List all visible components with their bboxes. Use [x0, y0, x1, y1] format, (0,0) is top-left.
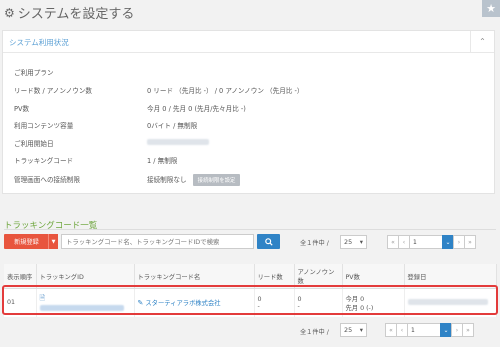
new-button[interactable]: 新規登録	[4, 234, 49, 249]
search-button[interactable]	[257, 234, 280, 249]
info-value: 0 リード （先月比 -） / 0 アノンノウン （先月比 -）	[147, 87, 304, 95]
info-value: 接続制限なし 接続制限を設定	[147, 174, 241, 186]
per-page-select[interactable]: 25 ▾	[340, 235, 367, 249]
info-value: 1 / 無制限	[147, 157, 178, 165]
tracking-name-cell[interactable]: ✎ スターティアラボ株式会社	[134, 288, 255, 317]
result-count-bottom: 全１件中 /	[300, 329, 329, 336]
info-label: 利用コンテンツ容量	[14, 122, 74, 130]
anon-sub: -	[297, 302, 300, 310]
info-label: 管理画面への接続制限	[14, 176, 80, 184]
new-button-dropdown[interactable]: ▼	[48, 234, 58, 249]
info-label: PV数	[14, 105, 30, 113]
divider	[4, 229, 496, 230]
per-page-select-bottom[interactable]: 25 ▾	[340, 323, 367, 337]
info-label: トラッキングコード	[14, 157, 74, 165]
last-page-button[interactable]: »	[462, 323, 474, 337]
info-row-pv: PV数 今月 0 / 先月 0 (先月/先々月比 -)	[14, 103, 246, 113]
pv-month: 今月 0	[345, 295, 365, 303]
search-input[interactable]	[61, 234, 254, 249]
chevron-down-icon: ▾	[359, 238, 363, 246]
table-header-row: 表示順序 トラッキングID トラッキングコード名 リード数 アノンノウン数 PV…	[4, 264, 497, 289]
tracking-id-cell[interactable]: 🗎	[36, 288, 135, 317]
tracking-table: 表示順序 トラッキングID トラッキングコード名 リード数 アノンノウン数 PV…	[4, 264, 497, 317]
info-row-tracking: トラッキングコード 1 / 無制限	[14, 155, 177, 165]
result-count: 全１件中 /	[300, 240, 329, 247]
anon-value: 0	[297, 295, 302, 303]
info-row-storage: 利用コンテンツ容量 0バイト / 無制限	[14, 120, 197, 130]
order-cell: 01	[4, 288, 37, 317]
info-label: ご利用開始日	[14, 140, 54, 148]
edit-icon: ✎	[137, 299, 144, 308]
blurred-date	[147, 139, 209, 145]
page-title-text: システムを設定する	[17, 7, 135, 22]
anon-cell: 0-	[294, 288, 343, 317]
page-title: ⚙ システムを設定する	[4, 3, 135, 23]
info-row-start-date: ご利用開始日	[14, 138, 209, 148]
star-icon: ★	[486, 2, 496, 15]
collapse-button[interactable]: ⌃	[470, 31, 494, 52]
per-page-value: 25	[344, 238, 353, 246]
info-value	[147, 138, 209, 148]
info-row-restriction: 管理画面への接続制限 接続制限なし 接続制限を設定	[14, 174, 241, 186]
leads-value: 0	[257, 295, 262, 303]
per-page-value: 25	[344, 326, 353, 334]
info-value: 0バイト / 無制限	[147, 122, 198, 130]
leads-sub: -	[257, 302, 260, 310]
leads-cell: 0-	[254, 288, 295, 317]
page-number-input[interactable]: 1	[407, 323, 441, 337]
registered-date-cell	[404, 288, 497, 317]
chevron-up-icon: ⌃	[479, 37, 486, 46]
chevron-down-icon: ▾	[359, 326, 363, 334]
caret-down-icon: ▼	[51, 238, 56, 245]
pagination-top: « ‹ 1 ⌄ › »	[387, 235, 476, 249]
page-header: ⚙ システムを設定する ★	[0, 0, 500, 22]
column-header[interactable]: 表示順序	[4, 264, 37, 289]
blurred-tracking-id[interactable]	[39, 304, 124, 311]
info-label: リード数 / アノンノウン数	[14, 87, 93, 95]
blurred-date	[407, 299, 488, 306]
favorite-star-button[interactable]: ★	[482, 0, 500, 17]
document-icon: 🗎	[39, 293, 46, 302]
column-header[interactable]: PV数	[342, 264, 405, 289]
column-header[interactable]: 登録日	[404, 264, 497, 289]
usage-panel-header: システム利用状況 ⌃	[3, 31, 494, 53]
pv-cell: 今月 0 先月 0 (-)	[342, 288, 405, 317]
restriction-status: 接続制限なし	[147, 176, 187, 184]
last-page-button[interactable]: »	[464, 235, 476, 249]
info-row-leads: リード数 / アノンノウン数 0 リード （先月比 -） / 0 アノンノウン …	[14, 85, 304, 95]
usage-panel-title: システム利用状況	[9, 38, 69, 47]
info-label: ご利用プラン	[14, 69, 54, 77]
pv-prev: 先月 0 (-)	[345, 304, 374, 312]
restrict-settings-button[interactable]: 接続制限を設定	[192, 174, 241, 186]
search-icon	[264, 237, 273, 246]
info-row-plan: ご利用プラン	[14, 67, 147, 77]
tracking-toolbar: 新規登録 ▼ 全１件中 / 25 ▾ « ‹ 1 ⌄ › »	[4, 234, 496, 250]
tracking-name-link[interactable]: スターティアラボ株式会社	[145, 300, 220, 307]
column-header[interactable]: トラッキングID	[36, 264, 135, 289]
column-header[interactable]: アノンノウン数	[294, 264, 343, 289]
page-number-input[interactable]: 1	[409, 235, 443, 249]
pagination-bottom: « ‹ 1 ⌄ › »	[385, 323, 474, 337]
table-row[interactable]: 01 🗎 ✎ スターティアラボ株式会社 0- 0- 今月 0 先月 0 (-)	[4, 288, 497, 317]
gear-icon: ⚙	[4, 5, 15, 20]
column-header[interactable]: トラッキングコード名	[134, 264, 255, 289]
column-header[interactable]: リード数	[254, 264, 295, 289]
info-value: 今月 0 / 先月 0 (先月/先々月比 -)	[147, 105, 246, 113]
